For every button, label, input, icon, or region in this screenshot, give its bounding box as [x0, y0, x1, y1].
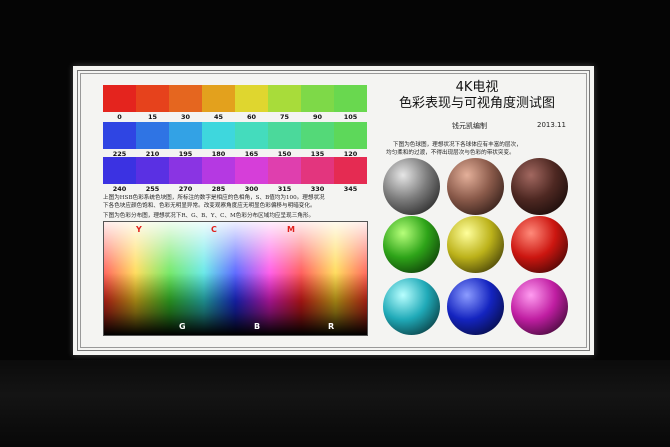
chart-title-line-1: 4K电视 [455, 80, 499, 95]
hue-swatch-285 [202, 157, 235, 184]
hue-swatch-75 [268, 85, 301, 112]
hue-swatch-300 [235, 157, 268, 184]
hue-label-15: 15 [147, 113, 158, 121]
hue-swatch-90 [301, 85, 334, 112]
hue-swatch-row-2 [103, 122, 367, 149]
hue-swatch-row-1 [103, 85, 367, 112]
hue-swatch-15 [136, 85, 169, 112]
hue-note-line-2: 下各色块应颜色饱和、色彩无明显异常。改变观察角度应无明显色彩偏移与明暗变化。 [103, 203, 316, 209]
hue-swatch-315 [268, 157, 301, 184]
hue-swatch-165 [235, 122, 268, 149]
label-b: B [254, 322, 261, 331]
chart-date: 2013.11 [537, 121, 566, 129]
hue-label-45: 45 [213, 113, 224, 121]
hue-swatch-150 [268, 122, 301, 149]
color-distribution-graphic [104, 222, 367, 335]
hue-label-285: 285 [211, 185, 226, 193]
hue-swatch-195 [169, 122, 202, 149]
hue-swatch-120 [334, 122, 367, 149]
chart-title-line-2: 色彩表现与可视角度测试图 [398, 96, 555, 111]
hue-label-30: 30 [180, 113, 191, 121]
sphere-red [511, 216, 568, 273]
hue-label-240: 240 [112, 185, 127, 193]
sphere-magenta [511, 278, 568, 335]
color-distribution-chart: Y C M G B R [103, 221, 368, 336]
sphere-tan [447, 158, 504, 215]
hue-swatch-240 [103, 157, 136, 184]
hue-swatch-0 [103, 85, 136, 112]
sphere-gray [383, 158, 440, 215]
hue-label-105: 105 [343, 113, 358, 121]
hue-label-330: 330 [310, 185, 325, 193]
sphere-green [383, 216, 440, 273]
sphere-note-line-1: 下图为色球图，理想状况下各球体应有丰富的层次， [393, 142, 522, 148]
hue-label-315: 315 [277, 185, 292, 193]
floor-reflection [0, 360, 670, 447]
label-c: C [211, 225, 217, 234]
label-g: G [179, 322, 186, 331]
hue-label-300: 300 [244, 185, 259, 193]
sphere-cyan [383, 278, 440, 335]
hue-swatch-180 [202, 122, 235, 149]
hue-swatch-60 [235, 85, 268, 112]
sphere-blue [447, 278, 504, 335]
hue-swatch-330 [301, 157, 334, 184]
distribution-note: 下图为色彩分布图，理想状况下R、G、B、Y、C、M色彩分布区域均应呈现三角形。 [103, 213, 315, 219]
hue-note-line-1: 上图为HSB色彩系统色块图，所标注的数字是相应的色相角，S、B值均为100。理想… [103, 195, 325, 201]
label-m: M [287, 225, 295, 234]
sphere-yellow [447, 216, 504, 273]
hue-label-row-1: 0 15 30 45 60 75 90 105 [103, 113, 367, 122]
hue-swatch-105 [334, 85, 367, 112]
hue-label-255: 255 [145, 185, 160, 193]
hue-swatch-270 [169, 157, 202, 184]
sphere-note-line-2: 均匀柔和的过渡，不得出现层次与色彩的带状突变。 [386, 150, 515, 156]
hue-swatch-345 [334, 157, 367, 184]
hue-label-75: 75 [279, 113, 290, 121]
hue-label-270: 270 [178, 185, 193, 193]
hue-swatch-255 [136, 157, 169, 184]
hue-label-60: 60 [246, 113, 257, 121]
chart-author: 钱元凯编制 [452, 122, 487, 130]
hue-swatch-30 [169, 85, 202, 112]
label-r: R [328, 322, 335, 331]
sphere-brown [511, 158, 568, 215]
hue-swatch-135 [301, 122, 334, 149]
hue-swatch-210 [136, 122, 169, 149]
hue-swatch-225 [103, 122, 136, 149]
label-y: Y [136, 225, 142, 234]
hue-swatch-45 [202, 85, 235, 112]
hue-swatch-row-3 [103, 157, 367, 184]
hue-label-90: 90 [312, 113, 323, 121]
hue-label-345: 345 [343, 185, 358, 193]
hue-label-0: 0 [117, 113, 122, 121]
hue-label-row-3: 240 255 270 285 300 315 330 345 [103, 185, 367, 194]
